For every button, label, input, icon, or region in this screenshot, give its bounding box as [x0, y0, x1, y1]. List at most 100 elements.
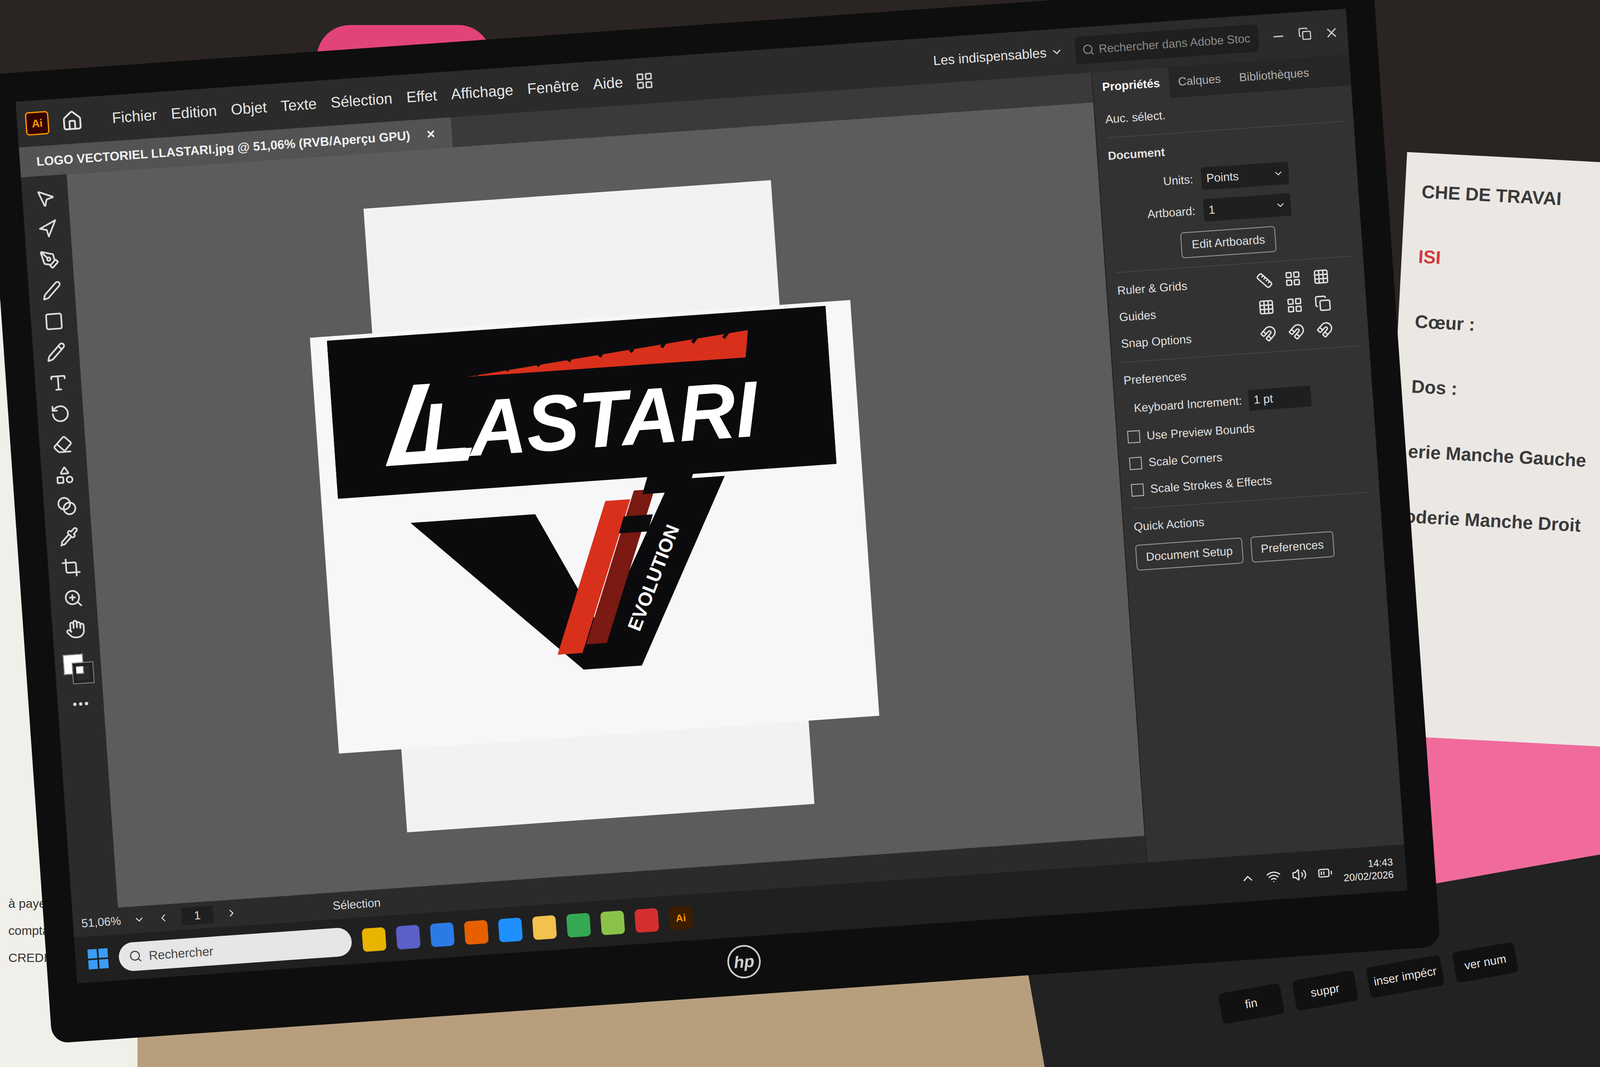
menu-item[interactable]: Fichier [111, 103, 158, 130]
app-icon[interactable]: Ai [24, 110, 50, 136]
toggle-icon[interactable] [1259, 325, 1278, 343]
checkbox[interactable] [1127, 430, 1141, 444]
toggle-icon[interactable] [1312, 267, 1330, 286]
rectangle-tool-icon[interactable] [43, 310, 65, 333]
curvature-tool-icon[interactable] [41, 280, 63, 302]
artboard-tool-icon[interactable] [60, 556, 82, 578]
minimize-icon[interactable] [1270, 28, 1287, 45]
selection-tool-icon[interactable] [34, 187, 56, 209]
keyboard-key[interactable]: fin [1217, 982, 1285, 1024]
next-artboard-icon[interactable] [225, 906, 238, 920]
checkbox-row[interactable]: Use Preview Bounds [1127, 411, 1366, 446]
taskbar-search[interactable]: Rechercher [117, 926, 353, 972]
zoom-level[interactable]: 51,06% [80, 911, 122, 933]
clock[interactable]: 14:4320/02/2026 [1342, 855, 1395, 884]
panel-section: Ruler & Grids [1116, 265, 1355, 300]
search-icon [1081, 42, 1095, 57]
wifi-icon[interactable] [1265, 868, 1282, 885]
pencil-tool-icon[interactable] [45, 341, 67, 363]
chevron-down-icon [1272, 167, 1285, 180]
chevron-down-icon[interactable] [132, 912, 146, 926]
quick-action-button[interactable]: Document Setup [1135, 537, 1244, 571]
menu-item[interactable]: Edition [170, 99, 218, 126]
keyboard-key[interactable]: suppr [1291, 969, 1359, 1011]
svg-text:LASTARI: LASTARI [417, 364, 763, 476]
checkbox[interactable] [1129, 456, 1143, 470]
toggle-icon[interactable] [1287, 322, 1306, 341]
photo-scene: à payer lecomptant)CREDIT AGRICOLCHE DE … [0, 0, 1600, 1067]
taskbar-app-icon[interactable] [395, 924, 421, 950]
battery-icon[interactable] [1317, 864, 1333, 881]
properties-panel: PropriétésCalquesBibliothèquesAuc. sélec… [1091, 54, 1405, 863]
direct-selection-tool-icon[interactable] [36, 218, 58, 240]
toggle-icon[interactable] [1257, 298, 1276, 317]
toggle-icon[interactable] [1315, 320, 1334, 339]
menu-item[interactable]: Affichage [450, 78, 515, 106]
toggle-icon[interactable] [1314, 294, 1333, 313]
keyboard-key[interactable]: ver num [1451, 941, 1519, 983]
eraser-tool-icon[interactable] [52, 433, 74, 455]
taskbar-app-icon[interactable] [566, 912, 592, 938]
laptop-brand-logo: hp [726, 943, 762, 980]
tray-overflow-icon[interactable] [1239, 870, 1256, 886]
taskbar-app-icon[interactable] [497, 917, 523, 943]
rotate-tool-icon[interactable] [49, 402, 71, 425]
panel-tab[interactable]: Bibliothèques [1228, 56, 1320, 94]
paper-text: erie Manche Gauche [1407, 437, 1600, 478]
zoom-tool-icon[interactable] [62, 587, 84, 609]
toggle-icon[interactable] [1285, 296, 1304, 315]
taskbar-app-icon[interactable] [361, 926, 387, 952]
toggle-icon[interactable] [1255, 271, 1274, 290]
blend-tool-icon[interactable] [56, 495, 78, 517]
menu-item[interactable]: Aide [592, 71, 624, 96]
more-tools-icon[interactable] [70, 692, 92, 715]
hand-tool-icon[interactable] [64, 618, 86, 640]
checkbox[interactable] [1130, 483, 1145, 497]
taskbar-app-icon[interactable]: Ai [668, 905, 694, 931]
taskbar-app-icon[interactable] [463, 919, 489, 945]
artboard-select[interactable]: 1 [1202, 192, 1292, 222]
home-icon[interactable] [60, 109, 84, 133]
shape-builder-tool-icon[interactable] [54, 464, 76, 486]
taskbar-app-icon[interactable] [600, 910, 626, 935]
volume-icon[interactable] [1291, 866, 1308, 883]
menu-item[interactable]: Fenêtre [526, 74, 580, 101]
paper-text: oderie Manche Droit [1404, 502, 1600, 543]
search-icon [128, 948, 143, 963]
menu-item[interactable]: Objet [230, 95, 268, 121]
paper-text: CHE DE TRAVAI [1420, 177, 1600, 218]
taskbar-app-icon[interactable] [634, 907, 660, 933]
keyboard-key[interactable]: inser impécr [1365, 954, 1445, 998]
toggle-icon[interactable] [1283, 269, 1302, 288]
taskbar-app-icon[interactable] [430, 922, 455, 948]
quick-action-button[interactable]: Preferences [1250, 530, 1335, 563]
section-heading: Document [1107, 130, 1346, 165]
paper-text: Cœur : [1414, 307, 1600, 348]
panel-tab[interactable]: Propriétés [1092, 67, 1170, 104]
previous-artboard-icon[interactable] [157, 911, 170, 924]
laptop-bezel: Ai Fichier Edition Objet Texte Sélection Effet… [0, 0, 1441, 1044]
keyboard-increment-field[interactable]: 1 pt [1247, 385, 1312, 411]
stock-search[interactable]: Rechercher dans Adobe Stoc [1074, 24, 1260, 65]
panel-section: Guides [1118, 292, 1358, 327]
restore-icon[interactable] [1297, 26, 1313, 41]
arrange-documents-icon[interactable] [634, 70, 655, 91]
eyedropper-tool-icon[interactable] [58, 525, 80, 548]
close-tab-button[interactable]: × [425, 122, 436, 145]
start-icon[interactable] [87, 947, 109, 970]
canvas[interactable]: LASTARIEVOLUTION [66, 102, 1145, 908]
menu-item[interactable]: Texte [280, 92, 318, 118]
workspace-switcher[interactable]: Les indispensables [932, 41, 1064, 71]
menu-item[interactable]: Sélection [330, 87, 394, 114]
pen-tool-icon[interactable] [39, 249, 61, 271]
taskbar-app-icon[interactable] [532, 915, 558, 940]
edit-artboards-button[interactable]: Edit Artboards [1180, 225, 1277, 259]
checkbox-row[interactable]: Scale Corners [1128, 438, 1368, 473]
panel-tab[interactable]: Calques [1167, 62, 1232, 98]
menu-item[interactable]: Effet [405, 84, 438, 109]
units-select[interactable]: Points [1200, 161, 1290, 191]
fill-stroke-swatch[interactable] [62, 652, 94, 685]
close-icon[interactable] [1323, 24, 1340, 41]
artboard-number[interactable]: 1 [180, 905, 214, 925]
type-tool-icon[interactable] [47, 372, 69, 394]
